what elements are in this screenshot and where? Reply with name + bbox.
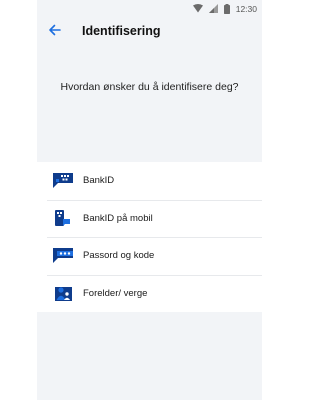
arrow-left-icon bbox=[48, 23, 61, 41]
option-label: BankID bbox=[83, 175, 115, 187]
option-guardian[interactable]: Forelder/ verge bbox=[37, 274, 262, 313]
bankid-icon bbox=[52, 172, 74, 190]
battery-icon bbox=[223, 3, 230, 14]
page-title: Identifisering bbox=[82, 24, 161, 38]
option-bankid[interactable]: BankID bbox=[37, 162, 262, 200]
option-label: Passord og kode bbox=[83, 250, 155, 262]
signal-icon bbox=[208, 4, 218, 13]
wifi-icon bbox=[192, 4, 203, 13]
option-label: Forelder/ verge bbox=[83, 287, 148, 299]
app-screen: 12:30 Identifisering Hvordan ønsker du å… bbox=[37, 0, 262, 400]
option-password-code[interactable]: Passord og kode bbox=[37, 237, 262, 275]
header: Identifisering bbox=[37, 17, 262, 47]
password-icon bbox=[52, 247, 74, 265]
identification-question: Hvordan ønsker du å identifisere deg? bbox=[60, 81, 239, 93]
guardian-icon bbox=[52, 284, 74, 302]
option-bankid-mobile[interactable]: BankID på mobil bbox=[37, 199, 262, 238]
option-label: BankID på mobil bbox=[83, 212, 153, 224]
identification-options-list: BankID BankID på mobil Passord og kode F… bbox=[37, 162, 262, 312]
back-button[interactable] bbox=[46, 24, 62, 40]
status-bar: 12:30 bbox=[37, 0, 262, 17]
status-time: 12:30 bbox=[235, 3, 257, 14]
bankid-mobile-icon bbox=[52, 209, 74, 227]
